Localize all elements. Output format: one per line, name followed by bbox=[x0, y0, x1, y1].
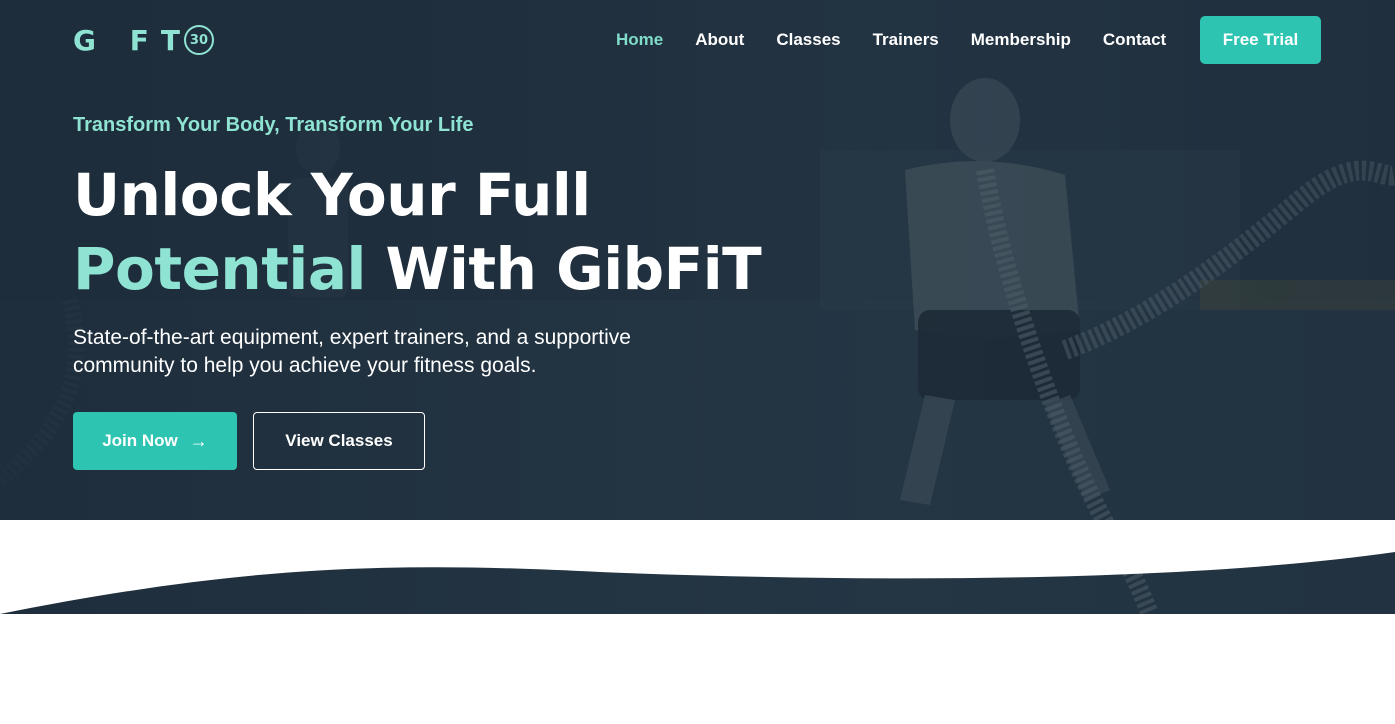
nav-item-about[interactable]: About bbox=[695, 30, 744, 50]
wave-divider bbox=[0, 520, 1395, 614]
main-nav: Home About Classes Trainers Membership C… bbox=[616, 30, 1198, 50]
nav-item-classes[interactable]: Classes bbox=[776, 30, 840, 50]
free-trial-button[interactable]: Free Trial bbox=[1200, 16, 1321, 64]
nav-item-membership[interactable]: Membership bbox=[971, 30, 1071, 50]
view-classes-button[interactable]: View Classes bbox=[253, 412, 425, 470]
logo-text: G FT bbox=[73, 23, 192, 57]
nav-item-contact[interactable]: Contact bbox=[1103, 30, 1166, 50]
brand-logo[interactable]: G FT 30 bbox=[73, 23, 214, 57]
headline-rest: With GibFiT bbox=[385, 235, 762, 303]
hero-headline: Unlock Your Full Potential With GibFiT bbox=[73, 158, 762, 306]
nav-item-trainers[interactable]: Trainers bbox=[873, 30, 939, 50]
hero-subtext: State-of-the-art equipment, expert train… bbox=[73, 326, 631, 377]
hero-section: G FT 30 Home About Classes Trainers Memb… bbox=[0, 0, 1395, 614]
logo-badge: 30 bbox=[183, 25, 214, 55]
join-now-button[interactable]: Join Now → bbox=[73, 412, 237, 470]
join-now-label: Join Now bbox=[102, 431, 178, 450]
headline-line-1: Unlock Your Full bbox=[73, 161, 591, 229]
headline-accent: Potential bbox=[73, 235, 366, 303]
arrow-right-icon: → bbox=[189, 430, 208, 451]
hero-tagline: Transform Your Body, Transform Your Life bbox=[73, 114, 474, 136]
nav-item-home[interactable]: Home bbox=[616, 30, 663, 50]
